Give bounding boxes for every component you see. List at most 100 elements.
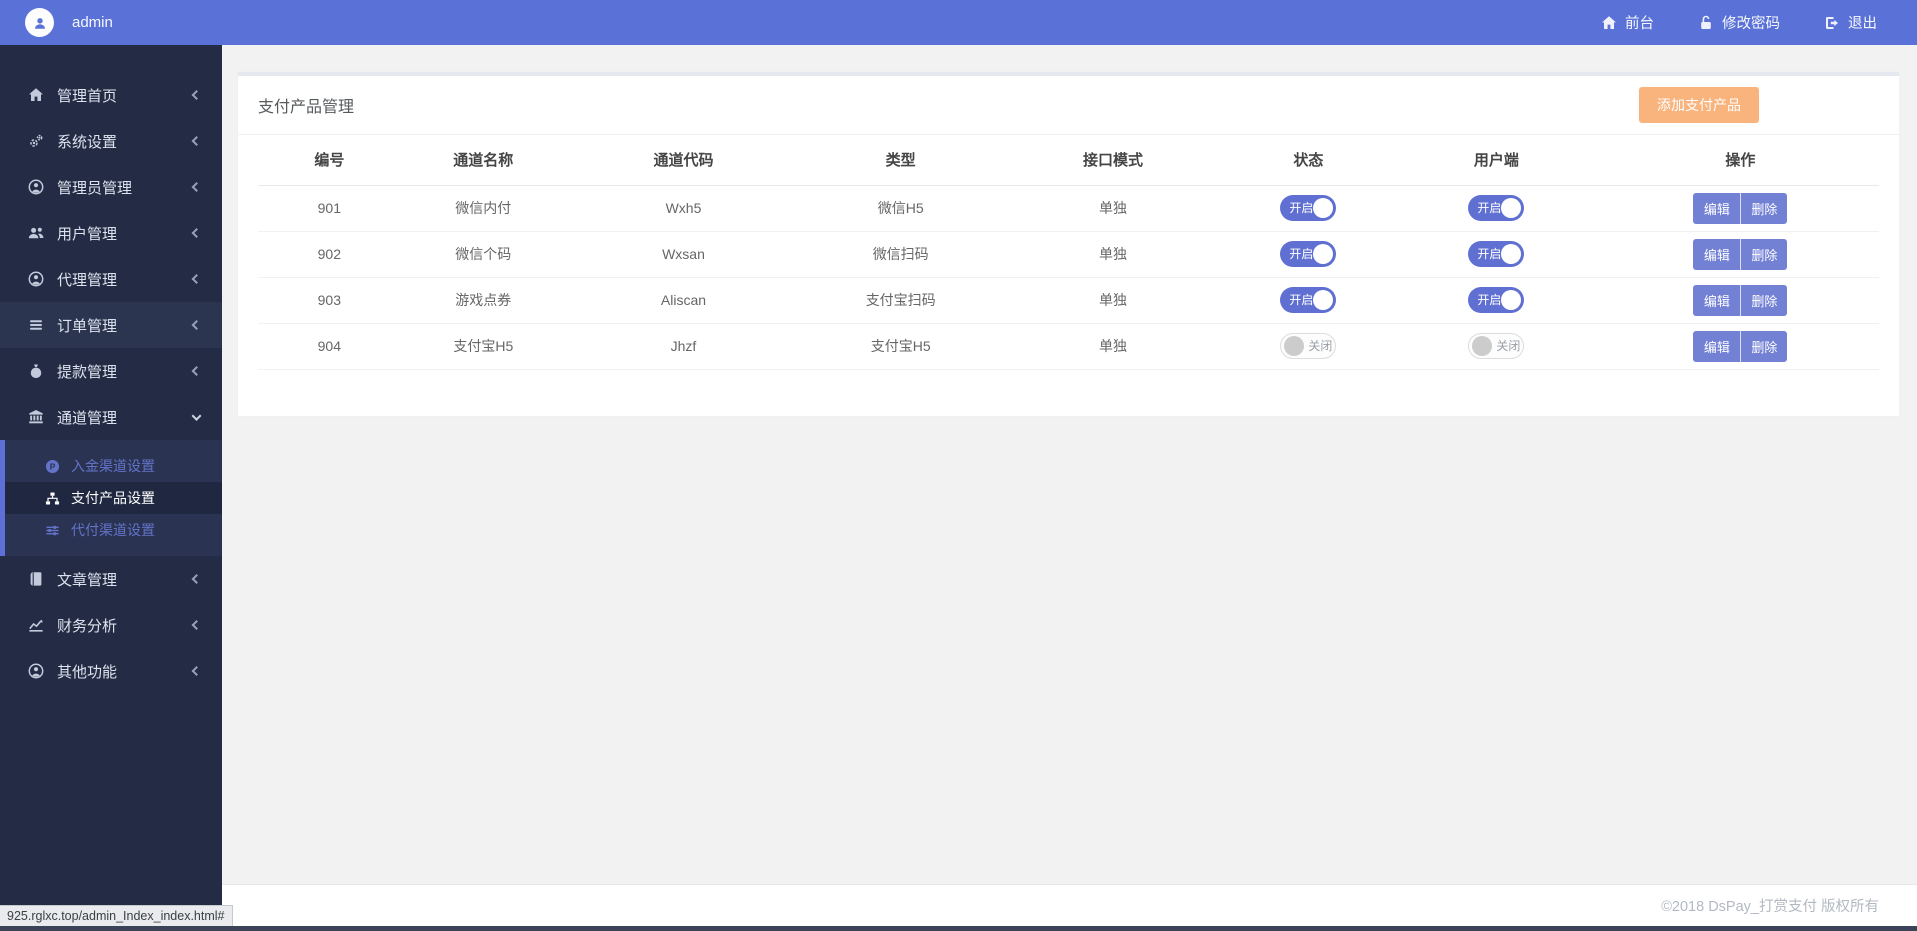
browser-status-tooltip: 925.rglxc.top/admin_Index_index.html# — [0, 905, 233, 926]
frontend-link[interactable]: 前台 — [1601, 12, 1654, 33]
status-toggle[interactable]: 开启 — [1280, 195, 1336, 221]
chevron-left-icon — [192, 136, 202, 146]
logout-link[interactable]: 退出 — [1824, 12, 1877, 33]
submenu-item-payment-product[interactable]: 支付产品设置 — [5, 482, 222, 514]
footer: ©2018 DsPay_打赏支付 版权所有 — [222, 884, 1917, 926]
book-icon — [28, 571, 44, 587]
client-toggle[interactable]: 开启 — [1468, 241, 1524, 267]
table-row: 904 支付宝H5 Jhzf 支付宝H5 单独 关闭 关闭 编辑删除 — [258, 323, 1879, 369]
user-circle-icon — [28, 271, 44, 287]
toggle-label: 关闭 — [1308, 334, 1332, 358]
sidebar-item-label: 代理管理 — [57, 269, 117, 290]
cogs-icon — [28, 133, 44, 149]
client-toggle[interactable]: 开启 — [1468, 195, 1524, 221]
user-circle-icon — [28, 663, 44, 679]
cell-name: 支付宝H5 — [401, 323, 566, 369]
sidebar-item-admin-home[interactable]: 管理首页 — [0, 72, 222, 118]
toggle-knob — [1313, 198, 1333, 218]
sliders-icon — [45, 523, 60, 538]
bottom-strip — [0, 926, 1917, 931]
sidebar-item-channel-management[interactable]: 通道管理 — [0, 394, 222, 440]
sign-out-icon — [1824, 15, 1840, 31]
status-toggle[interactable]: 开启 — [1280, 287, 1336, 313]
sidebar-item-admin-management[interactable]: 管理员管理 — [0, 164, 222, 210]
submenu-item-payout-channel[interactable]: 代付渠道设置 — [5, 514, 222, 546]
table-row: 901 微信内付 Wxh5 微信H5 单独 开启 开启 编辑删除 — [258, 185, 1879, 231]
sidebar-item-article-management[interactable]: 文章管理 — [0, 556, 222, 602]
sidebar-item-label: 用户管理 — [57, 223, 117, 244]
user-circle-icon — [28, 179, 44, 195]
sidebar-item-label: 其他功能 — [57, 661, 117, 682]
edit-button[interactable]: 编辑 — [1693, 331, 1740, 362]
username-label: admin — [72, 14, 113, 31]
sidebar-item-other-functions[interactable]: 其他功能 — [0, 648, 222, 694]
cell-id: 902 — [258, 231, 401, 277]
cell-mode: 单独 — [1000, 185, 1225, 231]
cell-type: 支付宝H5 — [801, 323, 1000, 369]
cell-code: Aliscan — [566, 277, 801, 323]
action-button-group: 编辑删除 — [1693, 285, 1787, 316]
client-toggle[interactable]: 关闭 — [1468, 333, 1524, 359]
cell-code: Wxh5 — [566, 185, 801, 231]
cell-type: 微信扫码 — [801, 231, 1000, 277]
toggle-label: 开启 — [1289, 241, 1313, 267]
toggle-knob — [1501, 244, 1521, 264]
sidebar-item-order-management[interactable]: 订单管理 — [0, 302, 222, 348]
edit-button[interactable]: 编辑 — [1693, 193, 1740, 224]
cell-name: 游戏点券 — [401, 277, 566, 323]
submenu-item-label: 支付产品设置 — [71, 488, 155, 508]
cell-mode: 单独 — [1000, 231, 1225, 277]
col-header-type: 类型 — [801, 135, 1000, 185]
lock-open-icon — [1698, 15, 1714, 31]
sidebar-item-user-management[interactable]: 用户管理 — [0, 210, 222, 256]
table-row: 902 微信个码 Wxsan 微信扫码 单独 开启 开启 编辑删除 — [258, 231, 1879, 277]
bank-icon — [28, 409, 44, 425]
client-toggle[interactable]: 开启 — [1468, 287, 1524, 313]
home-icon — [1601, 15, 1617, 31]
chevron-left-icon — [192, 366, 202, 376]
sidebar-item-agent-management[interactable]: 代理管理 — [0, 256, 222, 302]
cell-type: 微信H5 — [801, 185, 1000, 231]
cell-mode: 单独 — [1000, 323, 1225, 369]
channel-submenu: P 入金渠道设置 支付产品设置 代付渠道设置 — [0, 440, 222, 556]
submenu-item-deposit-channel[interactable]: P 入金渠道设置 — [5, 450, 222, 482]
delete-button[interactable]: 删除 — [1740, 239, 1787, 270]
sidebar-item-label: 财务分析 — [57, 615, 117, 636]
sidebar-item-label: 系统设置 — [57, 131, 117, 152]
chevron-left-icon — [192, 320, 202, 330]
status-toggle[interactable]: 开启 — [1280, 241, 1336, 267]
toggle-knob — [1284, 336, 1304, 356]
delete-button[interactable]: 删除 — [1740, 331, 1787, 362]
sidebar-item-withdraw-management[interactable]: 提款管理 — [0, 348, 222, 394]
chevron-left-icon — [192, 228, 202, 238]
user-avatar[interactable] — [25, 8, 54, 37]
logout-label: 退出 — [1848, 12, 1877, 33]
sidebar-item-finance-analysis[interactable]: 财务分析 — [0, 602, 222, 648]
status-toggle[interactable]: 关闭 — [1280, 333, 1336, 359]
chevron-left-icon — [192, 574, 202, 584]
sidebar-item-system-settings[interactable]: 系统设置 — [0, 118, 222, 164]
cell-name: 微信内付 — [401, 185, 566, 231]
home-icon — [28, 87, 44, 103]
col-header-client: 用户端 — [1391, 135, 1602, 185]
change-password-label: 修改密码 — [1722, 12, 1780, 33]
delete-button[interactable]: 删除 — [1740, 193, 1787, 224]
cell-type: 支付宝扫码 — [801, 277, 1000, 323]
cell-mode: 单独 — [1000, 277, 1225, 323]
add-payment-product-button[interactable]: 添加支付产品 — [1639, 87, 1759, 123]
toggle-knob — [1313, 244, 1333, 264]
p-circle-icon: P — [45, 459, 60, 474]
edit-button[interactable]: 编辑 — [1693, 239, 1740, 270]
toggle-knob — [1501, 198, 1521, 218]
delete-button[interactable]: 删除 — [1740, 285, 1787, 316]
money-bag-icon — [28, 363, 44, 379]
topbar: admin 前台 修改密码 退出 — [0, 0, 1917, 45]
payment-product-card: 支付产品管理 添加支付产品 编号 通道名称 通道代码 类型 — [238, 72, 1899, 416]
topbar-nav: 前台 修改密码 退出 — [1601, 12, 1877, 33]
edit-button[interactable]: 编辑 — [1693, 285, 1740, 316]
change-password-link[interactable]: 修改密码 — [1698, 12, 1780, 33]
list-icon — [28, 317, 44, 333]
cell-code: Jhzf — [566, 323, 801, 369]
chevron-left-icon — [192, 90, 202, 100]
toggle-label: 开启 — [1477, 195, 1501, 221]
